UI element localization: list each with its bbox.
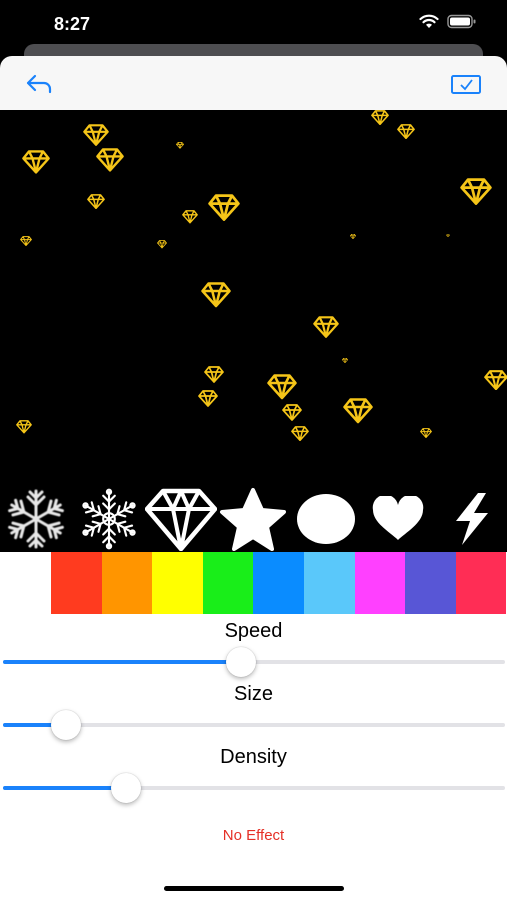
diamond-particle-icon [204, 366, 224, 383]
lightning-icon [455, 493, 488, 545]
status-bar: 8:27 [0, 0, 507, 48]
status-time: 8:27 [54, 14, 91, 34]
diamond-particle-icon [157, 240, 167, 249]
diamond-particle-icon [420, 428, 432, 439]
shape-star-button[interactable] [217, 486, 289, 552]
nav-bar [0, 56, 507, 110]
diamond-particle-icon [446, 234, 450, 238]
star-icon [220, 488, 287, 551]
speed-label: Speed [224, 620, 283, 642]
diamond-particle-icon [350, 234, 356, 240]
shape-snowflake-button[interactable] [73, 486, 145, 552]
settings-panel: Speed Size Density No Effect [0, 552, 507, 900]
diamond-particle-icon [198, 390, 218, 407]
shape-diamond-button[interactable] [145, 486, 218, 552]
diamond-particle-icon [20, 236, 32, 247]
diamond-particle-icon [182, 210, 198, 224]
color-swatch[interactable] [0, 552, 51, 614]
color-swatch[interactable] [405, 552, 456, 614]
undo-arrow-icon [26, 74, 52, 94]
diamond-particle-icon [208, 194, 240, 221]
size-label: Size [234, 683, 273, 705]
color-swatch[interactable] [253, 552, 304, 614]
diamond-particle-icon [282, 404, 302, 421]
color-swatch[interactable] [152, 552, 203, 614]
diamond-particle-icon [96, 148, 124, 172]
diamond-icon [145, 488, 218, 551]
diamond-particle-icon [343, 398, 373, 424]
color-palette [0, 552, 507, 614]
diamond-particle-icon [484, 370, 507, 391]
done-button[interactable] [450, 70, 481, 98]
density-slider[interactable] [3, 773, 505, 803]
diamond-particle-icon [22, 150, 50, 174]
diamond-particle-icon [267, 374, 297, 400]
color-swatch[interactable] [202, 552, 254, 614]
shape-circle-button[interactable] [290, 486, 362, 552]
color-swatch[interactable] [51, 552, 102, 614]
shape-snowflake-fuzzy-button[interactable] [0, 486, 72, 552]
status-icons [419, 14, 477, 29]
battery-icon [447, 14, 476, 29]
shape-heart-button[interactable] [362, 486, 434, 552]
back-button[interactable] [24, 70, 54, 98]
color-swatch[interactable] [101, 552, 153, 614]
shape-lightning-button[interactable] [435, 486, 507, 552]
circle-icon [296, 494, 355, 544]
diamond-particle-icon [371, 110, 389, 126]
slider-fill [3, 660, 242, 664]
diamond-particle-icon [16, 420, 32, 434]
slider-thumb[interactable] [110, 773, 141, 803]
no-effect-button[interactable]: No Effect [0, 827, 507, 844]
diamond-particle-icon [460, 178, 492, 205]
slider-thumb[interactable] [226, 647, 257, 677]
heart-icon [373, 496, 424, 540]
home-indicator [164, 886, 344, 891]
snowflake-icon [6, 489, 66, 549]
diamond-particle-icon [291, 426, 309, 442]
wifi-icon [419, 14, 439, 28]
snowflake-icon [79, 488, 138, 550]
diamond-particle-icon [83, 124, 109, 146]
size-slider[interactable] [3, 710, 505, 740]
diamond-particle-icon [313, 316, 339, 338]
diamond-particle-icon [87, 194, 105, 210]
slider-thumb[interactable] [50, 710, 81, 740]
slider-fill [3, 786, 126, 790]
color-swatch[interactable] [455, 552, 507, 614]
shape-picker [0, 486, 507, 552]
color-swatch[interactable] [303, 552, 355, 614]
diamond-particle-icon [176, 142, 184, 149]
checkmark-square-icon [451, 75, 481, 94]
diamond-particle-icon [201, 282, 231, 308]
diamond-particle-icon [342, 358, 348, 364]
speed-slider[interactable] [3, 647, 505, 677]
color-swatch[interactable] [354, 552, 406, 614]
diamond-particle-icon [397, 124, 415, 140]
density-label: Density [220, 746, 287, 768]
